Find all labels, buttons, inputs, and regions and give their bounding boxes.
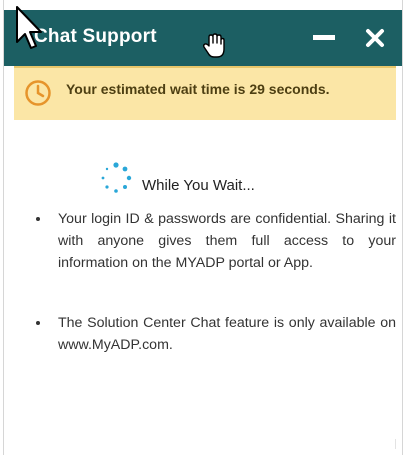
chat-title: Chat Support bbox=[34, 26, 157, 47]
chat-window: Chat Support Your estimated wait time is… bbox=[3, 0, 403, 455]
chat-header[interactable]: Chat Support bbox=[4, 10, 402, 66]
close-button[interactable] bbox=[359, 22, 391, 54]
wait-time-text: Your estimated wait time is 29 seconds. bbox=[66, 81, 330, 97]
minimize-button[interactable] bbox=[308, 22, 340, 54]
bullet-icon bbox=[36, 321, 40, 325]
tip-text: Your login ID & passwords are confidenti… bbox=[58, 211, 396, 271]
list-item: The Solution Center Chat feature is only… bbox=[14, 312, 396, 356]
list-item: Your login ID & passwords are confidenti… bbox=[14, 208, 396, 274]
close-icon bbox=[366, 29, 384, 47]
wait-time-banner: Your estimated wait time is 29 seconds. bbox=[14, 66, 396, 120]
tips-list: Your login ID & passwords are confidenti… bbox=[14, 208, 396, 356]
clock-icon bbox=[25, 80, 51, 106]
while-you-wait-heading: While You Wait... bbox=[142, 177, 255, 194]
bullet-icon bbox=[36, 217, 40, 221]
tip-text: The Solution Center Chat feature is only… bbox=[58, 315, 396, 353]
loading-spinner-icon bbox=[101, 162, 132, 193]
minimize-icon bbox=[313, 35, 335, 40]
resize-grip[interactable] bbox=[389, 439, 396, 449]
